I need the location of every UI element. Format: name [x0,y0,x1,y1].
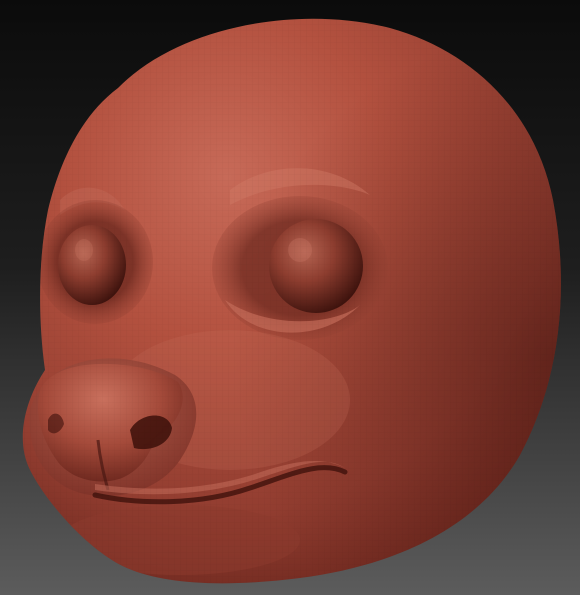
viewport-canvas[interactable] [0,0,580,595]
sculpt-viewport[interactable] [0,0,580,595]
